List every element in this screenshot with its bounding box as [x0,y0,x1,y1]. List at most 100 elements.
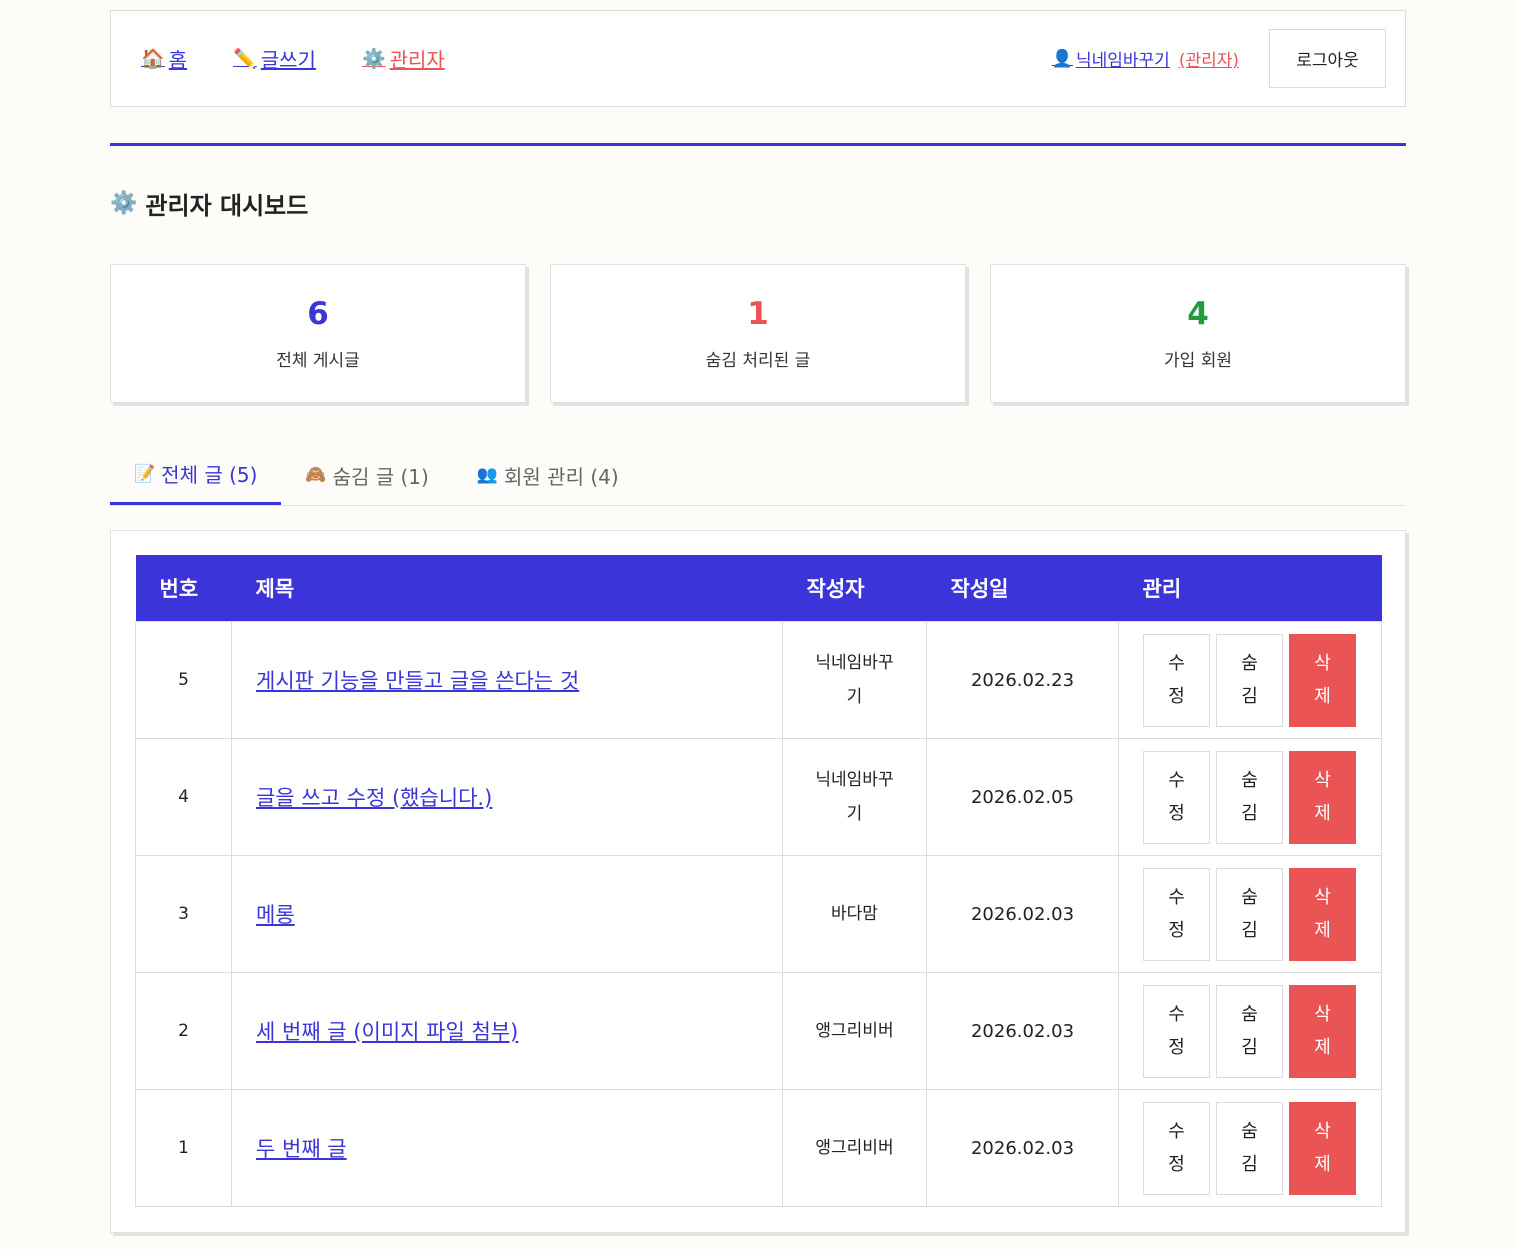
table-row: 4 글을 쓰고 수정 (했습니다.) 닉네임바꾸기 2026.02.05 수정 … [135,738,1382,856]
post-title-cell: 두 번째 글 [231,1089,783,1207]
post-author: 닉네임바꾸기 [782,738,927,856]
posts-panel: 번호 제목 작성자 작성일 관리 5 게시판 기능을 만들고 글을 쓴다는 것 … [110,530,1406,1233]
edit-button[interactable]: 수정 [1143,1101,1210,1195]
post-author: 닉네임바꾸기 [782,621,927,739]
stat-hidden-posts-label: 숨김 처리된 글 [705,351,811,371]
post-date: 2026.02.03 [926,972,1119,1090]
stat-hidden-posts-value: 1 [747,296,769,332]
page-container: 🏠 홈 ✏️ 글쓰기 ⚙️ 관리자 👤 닉네임바꾸기 (관리자) 로그아웃 ⚙️… [110,10,1406,1233]
stats-row: 6 전체 게시글 1 숨김 처리된 글 4 가입 회원 [110,264,1406,403]
stat-total-posts-value: 6 [307,296,329,332]
edit-button[interactable]: 수정 [1143,867,1210,961]
post-actions-cell: 수정 숨김 삭제 [1118,972,1382,1090]
memo-icon: 📝 [134,463,156,484]
edit-button[interactable]: 수정 [1143,984,1210,1078]
header-date: 작성일 [926,555,1119,622]
table-row: 5 게시판 기능을 만들고 글을 쓴다는 것 닉네임바꾸기 2026.02.23… [135,621,1382,739]
tab-all-posts-label: 전체 글 (5) [161,463,258,487]
tab-hidden-posts-label: 숨김 글 (1) [332,464,429,489]
nav-home-link[interactable]: 🏠 홈 [141,44,187,73]
logout-button[interactable]: 로그아웃 [1269,29,1386,88]
admin-tabs: 📝 전체 글 (5) 🙈 숨김 글 (1) 👥 회원 관리 (4) [110,445,1406,506]
posts-table: 번호 제목 작성자 작성일 관리 5 게시판 기능을 만들고 글을 쓴다는 것 … [135,555,1382,1207]
see-no-evil-monkey-icon: 🙈 [305,465,327,485]
header-divider [110,143,1406,146]
hide-button[interactable]: 숨김 [1216,750,1283,844]
post-title-cell: 세 번째 글 (이미지 파일 첨부) [231,972,783,1090]
edit-button[interactable]: 수정 [1143,750,1210,844]
post-number: 3 [135,855,232,973]
nav-home-label: 홈 [168,48,188,72]
post-date: 2026.02.23 [926,621,1119,739]
post-title-cell: 메롱 [231,855,783,973]
delete-button[interactable]: 삭제 [1289,867,1356,961]
table-row: 2 세 번째 글 (이미지 파일 첨부) 앵그리비버 2026.02.03 수정… [135,972,1382,1090]
delete-button[interactable]: 삭제 [1289,633,1356,727]
edit-button[interactable]: 수정 [1143,633,1210,727]
tab-hidden-posts[interactable]: 🙈 숨김 글 (1) [281,445,452,505]
user-role-badge: (관리자) [1178,51,1239,71]
post-title-link[interactable]: 두 번째 글 [256,1137,347,1161]
header-author: 작성자 [782,555,927,622]
post-title-link[interactable]: 게시판 기능을 만들고 글을 쓴다는 것 [256,669,579,693]
header-manage: 관리 [1118,555,1382,622]
post-title-cell: 글을 쓰고 수정 (했습니다.) [231,738,783,856]
table-header-row: 번호 제목 작성자 작성일 관리 [135,555,1382,622]
stat-total-posts-label: 전체 게시글 [276,351,360,371]
post-actions-cell: 수정 숨김 삭제 [1118,738,1382,856]
nav-admin-label: 관리자 [389,48,445,72]
stat-card-total-posts: 6 전체 게시글 [110,264,526,403]
post-number: 1 [135,1089,232,1207]
delete-button[interactable]: 삭제 [1289,750,1356,844]
hide-button[interactable]: 숨김 [1216,1101,1283,1195]
post-actions-cell: 수정 숨김 삭제 [1118,1089,1382,1207]
gear-icon: ⚙️ [361,48,386,70]
post-title-cell: 게시판 기능을 만들고 글을 쓴다는 것 [231,621,783,739]
tab-members-label: 회원 관리 (4) [504,464,619,489]
header-number: 번호 [135,555,232,622]
nav-admin-link[interactable]: ⚙️ 관리자 [362,44,445,73]
post-actions-cell: 수정 숨김 삭제 [1118,621,1382,739]
table-row: 3 메롱 바다맘 2026.02.03 수정 숨김 삭제 [135,855,1382,973]
post-date: 2026.02.03 [926,855,1119,973]
stat-members-value: 4 [1187,296,1209,332]
post-title-link[interactable]: 세 번째 글 (이미지 파일 첨부) [256,1020,518,1044]
tab-all-posts[interactable]: 📝 전체 글 (5) [110,445,282,505]
house-icon: 🏠 [141,48,165,70]
delete-button[interactable]: 삭제 [1289,1101,1356,1195]
hide-button[interactable]: 숨김 [1216,633,1283,727]
post-title-link[interactable]: 메롱 [256,903,295,927]
stat-card-members: 4 가입 회원 [990,264,1406,403]
post-author: 바다맘 [782,855,927,973]
nav-write-link[interactable]: ✏️ 글쓰기 [233,44,316,73]
stat-members-label: 가입 회원 [1164,351,1232,371]
header-title: 제목 [231,555,783,622]
nav-write-label: 글쓰기 [260,48,316,72]
top-nav: 🏠 홈 ✏️ 글쓰기 ⚙️ 관리자 👤 닉네임바꾸기 (관리자) 로그아웃 [110,10,1406,107]
post-title-link[interactable]: 글을 쓰고 수정 (했습니다.) [256,786,492,810]
page-title: ⚙️ 관리자 대시보드 [110,186,308,221]
post-date: 2026.02.03 [926,1089,1119,1207]
post-actions-cell: 수정 숨김 삭제 [1118,855,1382,973]
post-number: 5 [135,621,232,739]
nav-links: 🏠 홈 ✏️ 글쓰기 ⚙️ 관리자 [141,44,445,73]
stat-card-hidden-posts: 1 숨김 처리된 글 [550,264,966,403]
user-profile-link[interactable]: 👤 닉네임바꾸기 (관리자) [1051,46,1239,72]
tab-members[interactable]: 👥 회원 관리 (4) [453,445,643,505]
user-nickname: 닉네임바꾸기 [1075,51,1170,71]
pencil-icon: ✏️ [233,48,257,70]
table-row: 1 두 번째 글 앵그리비버 2026.02.03 수정 숨김 삭제 [135,1089,1382,1207]
user-icon: 👤 [1051,48,1073,69]
post-author: 앵그리비버 [782,1089,927,1207]
delete-button[interactable]: 삭제 [1289,984,1356,1078]
page-title-text: 관리자 대시보드 [145,192,309,220]
hide-button[interactable]: 숨김 [1216,984,1283,1078]
nav-user-area: 👤 닉네임바꾸기 (관리자) 로그아웃 [1052,29,1386,88]
hide-button[interactable]: 숨김 [1216,867,1283,961]
users-icon: 👥 [476,465,499,485]
gear-icon: ⚙️ [110,191,138,216]
post-number: 4 [135,738,232,856]
post-date: 2026.02.05 [926,738,1119,856]
post-author: 앵그리비버 [782,972,927,1090]
post-number: 2 [135,972,232,1090]
